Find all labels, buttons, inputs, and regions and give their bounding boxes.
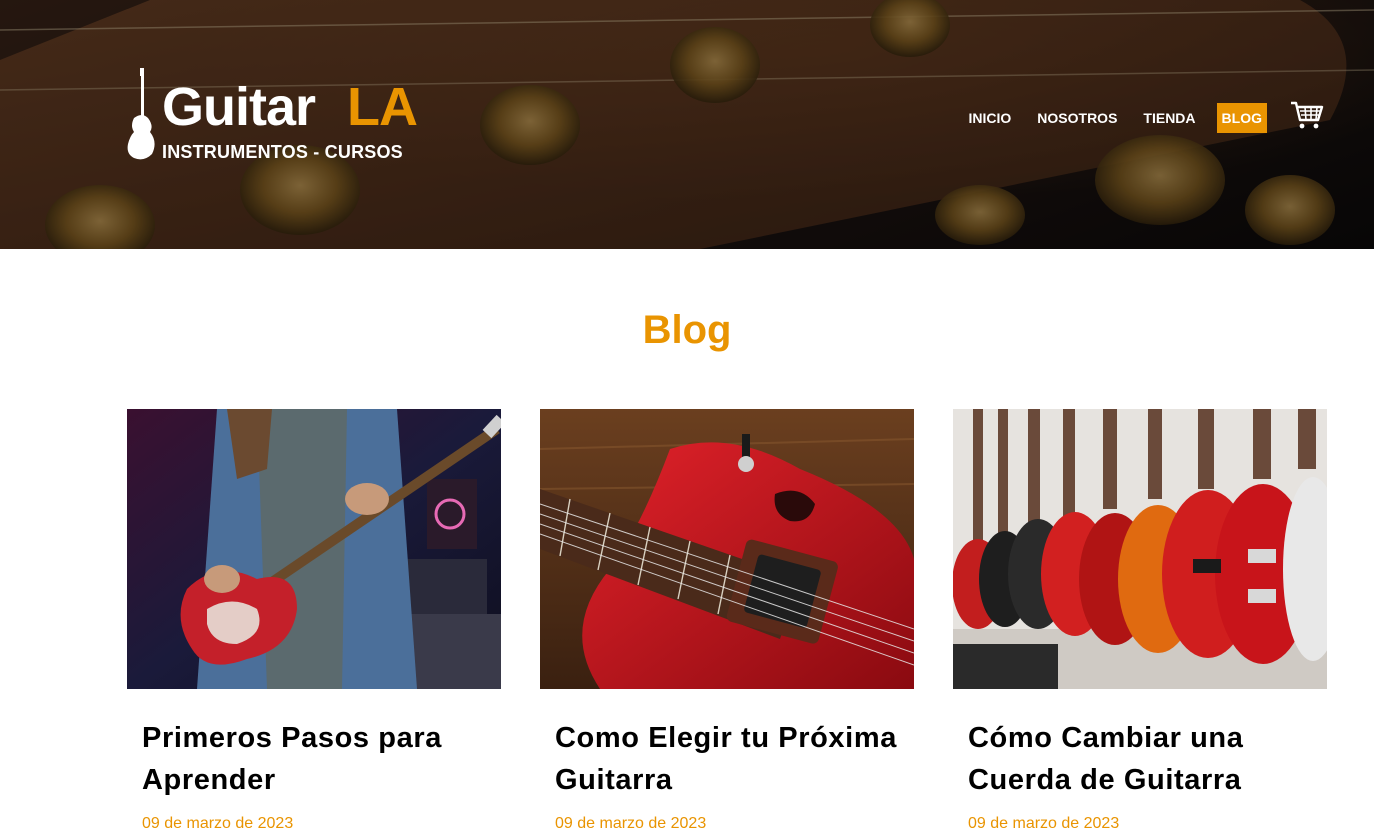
logo-tagline: INSTRUMENTOS - CURSOS	[162, 142, 403, 162]
nav-link-blog[interactable]: BLOG	[1216, 103, 1267, 133]
nav-link-inicio[interactable]: INICIO	[964, 103, 1017, 133]
post-title[interactable]: Cómo Cambiar una Cuerda de Guitarra	[968, 717, 1312, 801]
site-logo[interactable]: Guitar LA INSTRUMENTOS - CURSOS	[124, 66, 434, 166]
logo-brand-main: Guitar	[162, 77, 316, 137]
post-date: 09 de marzo de 2023	[555, 815, 707, 832]
post-title[interactable]: Como Elegir tu Próxima Guitarra	[555, 717, 899, 801]
blog-post-card[interactable]: Como Elegir tu Próxima Guitarra 09 de ma…	[540, 409, 914, 833]
post-title[interactable]: Primeros Pasos para Aprender	[142, 717, 486, 801]
nav-link-tienda[interactable]: TIENDA	[1138, 103, 1200, 133]
site-header: Guitar LA INSTRUMENTOS - CURSOS INICIO N…	[0, 0, 1374, 249]
post-image-man-playing-guitar[interactable]	[127, 409, 501, 689]
main-navigation: INICIO NOSOTROS TIENDA BLOG	[948, 103, 1267, 133]
post-image-red-guitar-closeup[interactable]	[540, 409, 914, 689]
post-image-guitars-on-wall[interactable]	[953, 409, 1327, 689]
post-date: 09 de marzo de 2023	[142, 815, 294, 832]
blog-post-card[interactable]: Primeros Pasos para Aprender 09 de marzo…	[127, 409, 501, 833]
nav-link-nosotros[interactable]: NOSOTROS	[1032, 103, 1122, 133]
guitar-logo-icon	[127, 68, 155, 160]
page-title: Blog	[642, 308, 732, 352]
shopping-cart-icon[interactable]	[1290, 100, 1324, 130]
logo-brand-accent: LA	[347, 77, 418, 137]
blog-post-card[interactable]: Cómo Cambiar una Cuerda de Guitarra 09 d…	[953, 409, 1327, 833]
post-date: 09 de marzo de 2023	[968, 815, 1120, 832]
